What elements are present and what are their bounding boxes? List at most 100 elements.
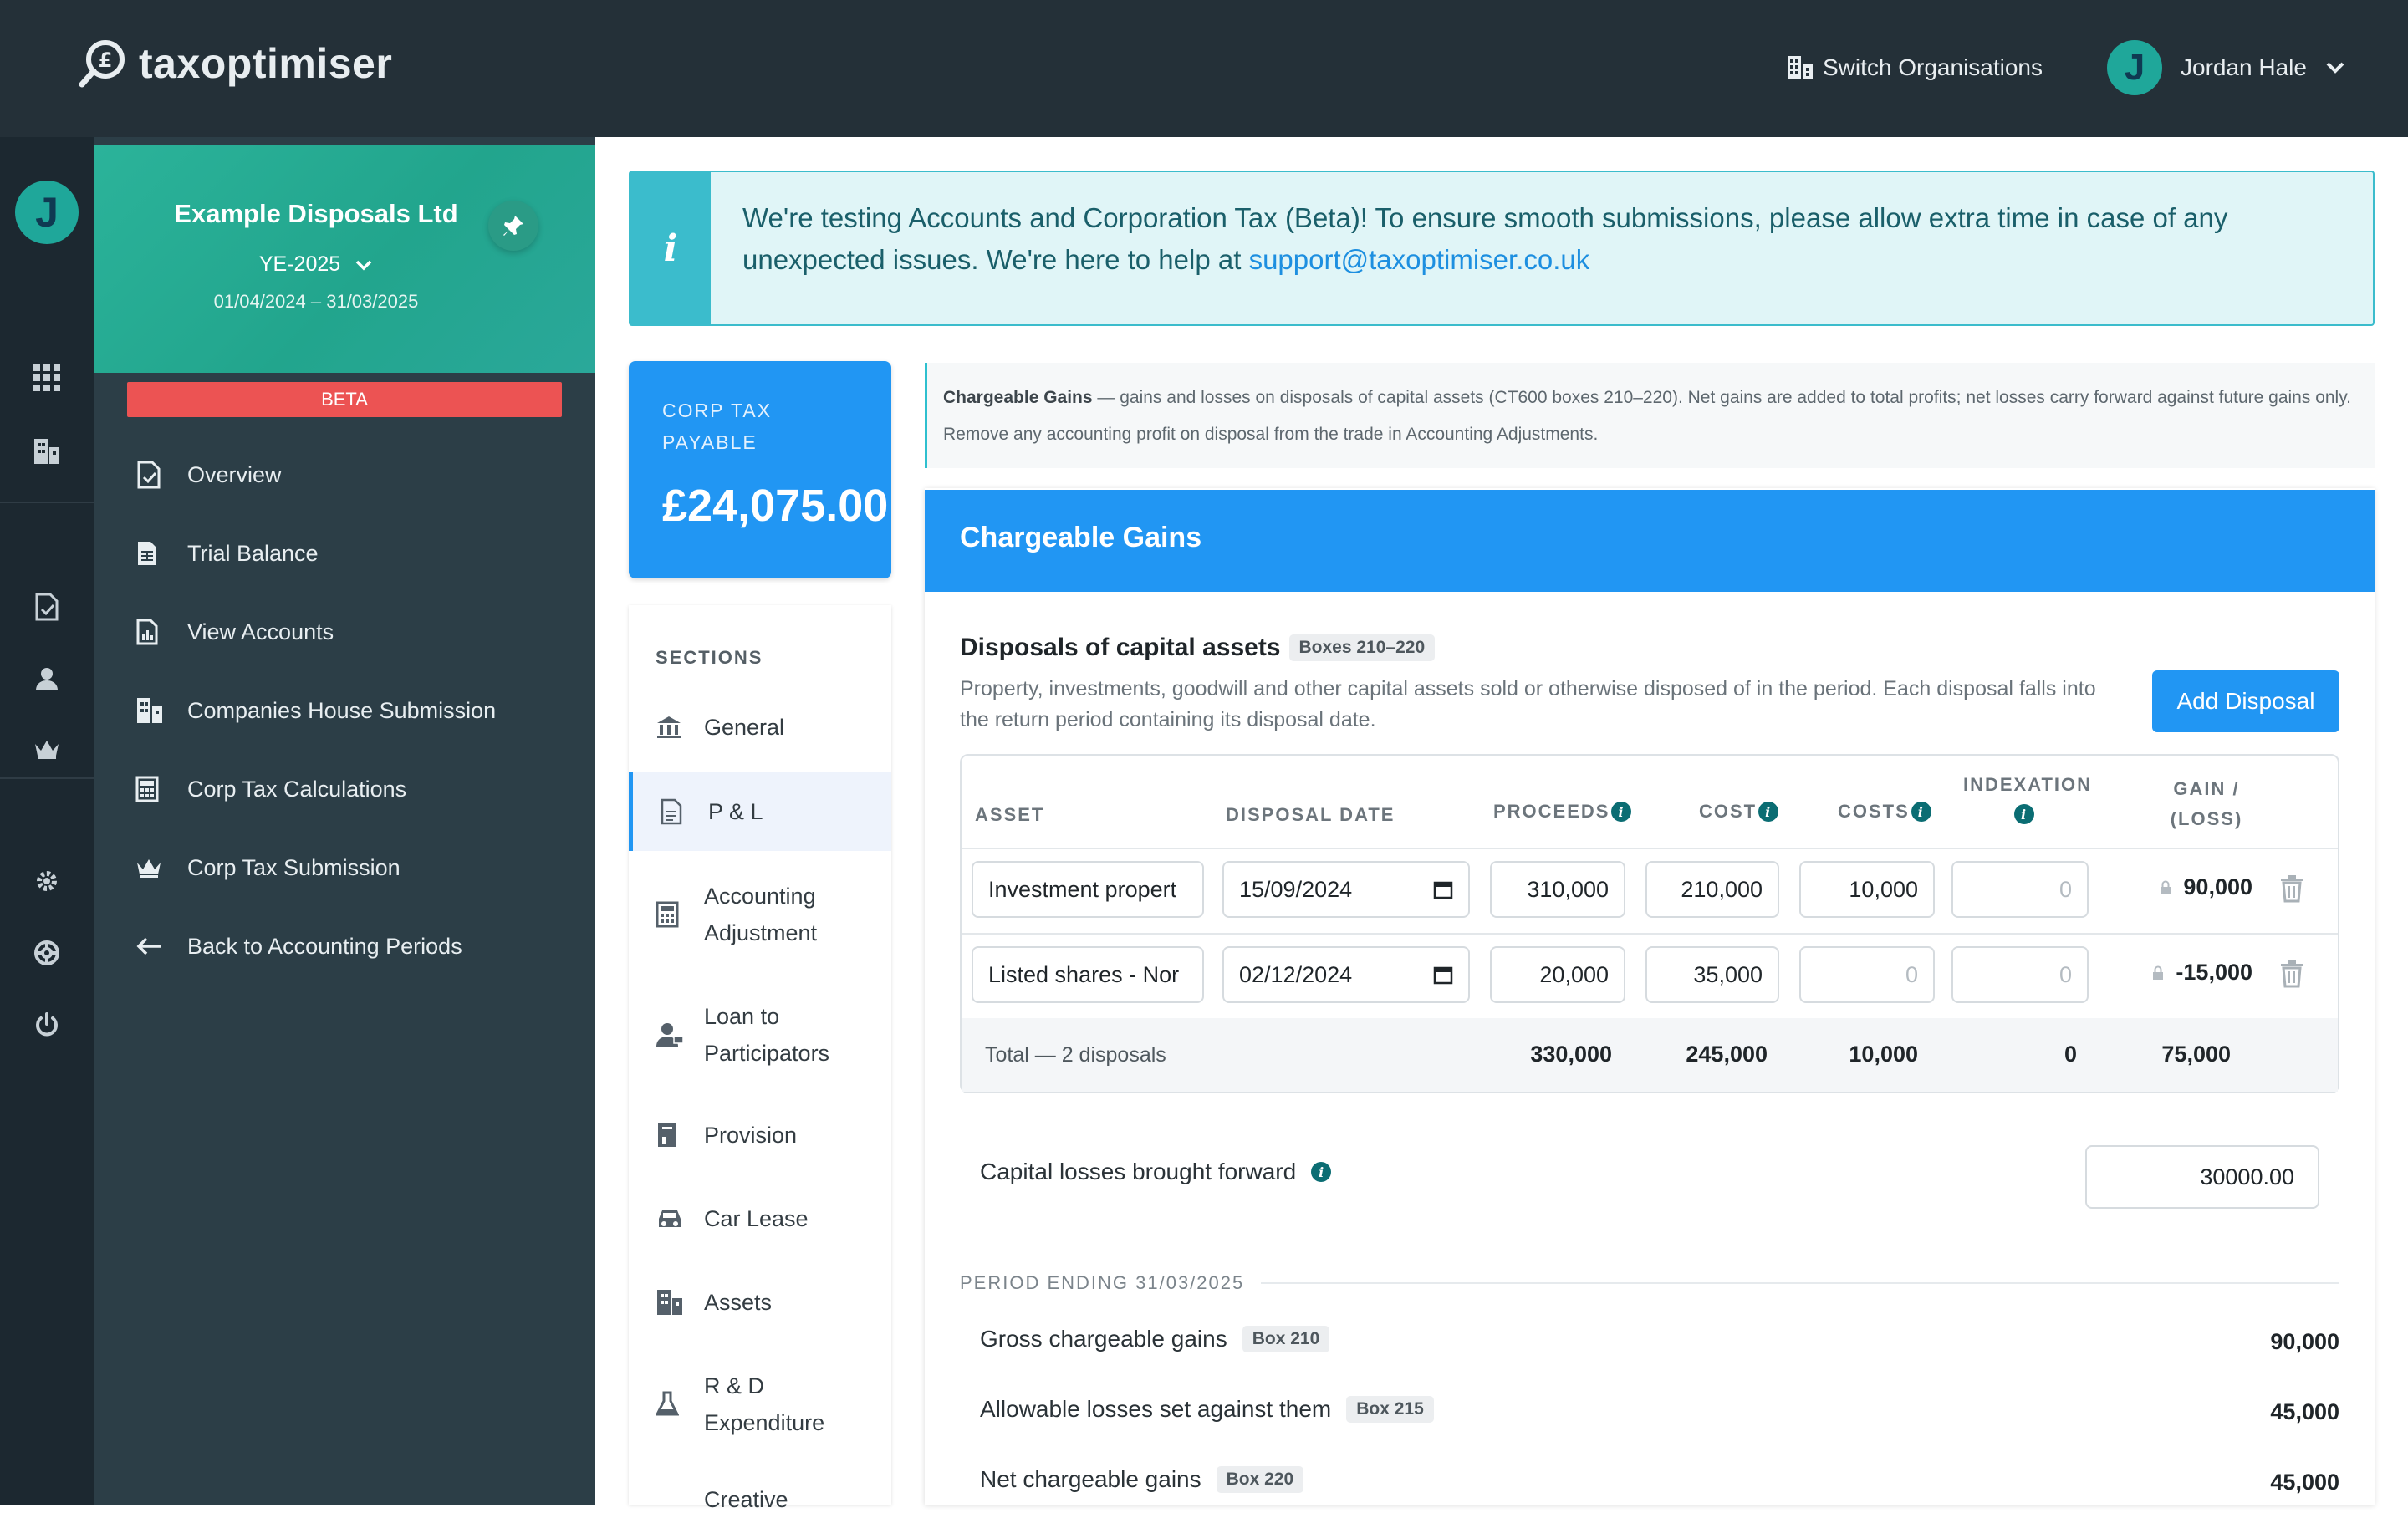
nav-view-accounts[interactable]: View Accounts <box>94 599 595 665</box>
nav-corp-tax-submission[interactable]: Corp Tax Submission <box>94 834 595 901</box>
nav-label: Trial Balance <box>187 540 319 566</box>
nav-label: Overview <box>187 461 282 487</box>
pin-button[interactable] <box>488 201 538 251</box>
chevron-down-icon <box>355 260 372 271</box>
indexation-input[interactable]: 0 <box>1951 946 2089 1003</box>
power-icon[interactable] <box>0 1000 94 1050</box>
nav-back-to-accounting-periods[interactable]: Back to Accounting Periods <box>94 913 595 980</box>
user-icon[interactable] <box>0 654 94 704</box>
period-dates: 01/04/2024 – 31/03/2025 <box>213 291 419 312</box>
column-header-gain-loss: GAIN / (LOSS) <box>2157 774 2256 834</box>
date-value: 15/09/2024 <box>1239 876 1353 902</box>
section-car-lease[interactable]: Car Lease <box>629 1194 891 1244</box>
calculator-icon <box>124 776 187 802</box>
proceeds-input[interactable]: 20,000 <box>1490 946 1625 1003</box>
support-email-link[interactable]: support@taxoptimiser.co.uk <box>1249 244 1590 275</box>
costs-input[interactable]: 0 <box>1799 946 1935 1003</box>
indexation-input[interactable]: 0 <box>1951 861 2089 918</box>
cost-input[interactable]: 35,000 <box>1645 946 1779 1003</box>
box-pill: Box 210 <box>1242 1326 1330 1352</box>
switch-organisations-button[interactable]: Switch Organisations <box>1786 48 2043 87</box>
rail-avatar[interactable]: J <box>15 181 79 244</box>
lock-icon <box>2161 880 2171 894</box>
info-icon[interactable]: i <box>1611 802 1632 822</box>
nav-label: View Accounts <box>187 619 334 644</box>
avatar: J <box>2107 40 2162 95</box>
document-check-icon[interactable] <box>0 582 94 632</box>
year-selector[interactable]: YE-2025 <box>94 252 538 277</box>
section-general[interactable]: General <box>629 702 891 752</box>
rail-divider <box>0 502 94 503</box>
switch-organisations-label: Switch Organisations <box>1823 54 2043 80</box>
nav-overview[interactable]: Overview <box>94 441 595 508</box>
svg-text:£: £ <box>99 48 113 72</box>
calendar-icon <box>1433 966 1453 985</box>
logo-text: taxoptimiser <box>139 40 393 87</box>
add-disposal-button[interactable]: Add Disposal <box>2152 670 2339 732</box>
section-loan-to-participators[interactable]: Loan to Participators <box>629 996 891 1073</box>
chevron-down-icon <box>2326 62 2344 74</box>
year-selector-label: YE-2025 <box>258 252 341 276</box>
description-bold: Chargeable Gains <box>943 388 1093 407</box>
section-p-and-l[interactable]: P & L <box>629 772 891 851</box>
total-indexation: 0 <box>2064 1042 2077 1067</box>
section-label: Accounting Adjustment <box>704 884 818 945</box>
gain-value: 90,000 <box>2140 874 2252 900</box>
period-title: PERIOD ENDING 31/03/2025 <box>960 1272 1262 1294</box>
buildings-icon <box>656 1288 704 1317</box>
bank-icon <box>656 715 704 740</box>
column-header-disposal-date: DISPOSAL DATE <box>1226 804 1395 825</box>
crown-icon[interactable] <box>0 724 94 774</box>
user-menu[interactable]: J Jordan Hale <box>2107 38 2345 97</box>
delete-row-button[interactable] <box>2279 960 2304 992</box>
column-header-label: PROCEEDS <box>1493 801 1610 822</box>
asset-input[interactable]: Investment propert <box>972 861 1204 918</box>
capital-losses-input[interactable]: 30000.00 <box>2085 1145 2319 1209</box>
section-label: Creative <box>704 1487 788 1512</box>
summary-label: Gross chargeable gains <box>980 1326 1227 1352</box>
box-pill: Box 220 <box>1216 1466 1304 1493</box>
disposal-date-input[interactable]: 15/09/2024 <box>1222 861 1470 918</box>
gear-icon[interactable] <box>0 856 94 906</box>
section-label: Assets <box>704 1290 773 1315</box>
total-proceeds: 330,000 <box>1530 1042 1612 1067</box>
section-accounting-adjustment[interactable]: Accounting Adjustment <box>629 876 891 953</box>
proceeds-input[interactable]: 310,000 <box>1490 861 1625 918</box>
delete-row-button[interactable] <box>2279 874 2304 907</box>
section-r-and-d-expenditure[interactable]: R & D Expenditure <box>629 1366 891 1443</box>
corp-tax-label: CORP TAX PAYABLE <box>662 400 773 453</box>
column-header-label: GAIN / <box>2173 778 2240 799</box>
column-header-costs: COSTS i <box>1838 801 1931 823</box>
disposal-date-input[interactable]: 02/12/2024 <box>1222 946 1470 1003</box>
cost-input[interactable]: 210,000 <box>1645 861 1779 918</box>
section-assets[interactable]: Assets <box>629 1277 891 1327</box>
app-logo[interactable]: £ taxoptimiser <box>77 32 392 95</box>
nav-companies-house-submission[interactable]: Companies House Submission <box>94 677 595 744</box>
column-header-label: COSTS <box>1838 801 1910 822</box>
info-icon[interactable]: i <box>2014 804 2034 825</box>
column-header-cost: COST i <box>1699 801 1779 823</box>
info-icon[interactable]: i <box>1758 802 1779 822</box>
section-label: P & L <box>708 799 763 824</box>
support-lifebuoy-icon[interactable] <box>0 928 94 978</box>
lock-icon <box>2153 965 2164 980</box>
column-header-indexation: INDEXATION i <box>1963 774 2090 825</box>
asset-input[interactable]: Listed shares - Nor <box>972 946 1204 1003</box>
section-creative[interactable]: Creative <box>629 1481 891 1518</box>
nav-corp-tax-calculations[interactable]: Corp Tax Calculations <box>94 756 595 823</box>
info-icon[interactable]: i <box>1311 1162 1332 1182</box>
pin-icon <box>503 216 523 236</box>
section-label: R & D Expenditure <box>704 1373 825 1435</box>
capital-losses-row: Capital losses brought forward i <box>980 1159 1332 1185</box>
summary-label: Allowable losses set against them <box>980 1396 1332 1422</box>
buildings-icon[interactable] <box>0 426 94 476</box>
costs-input[interactable]: 10,000 <box>1799 861 1935 918</box>
info-icon[interactable]: i <box>1911 802 1931 822</box>
flask-icon <box>656 1391 704 1418</box>
section-provision[interactable]: Provision <box>629 1110 891 1160</box>
corp-tax-card <box>629 361 891 578</box>
apps-grid-icon[interactable] <box>0 353 94 403</box>
section-label: General <box>704 715 785 740</box>
summary-value: 45,000 <box>2270 1399 2339 1424</box>
nav-trial-balance[interactable]: Trial Balance <box>94 520 595 587</box>
